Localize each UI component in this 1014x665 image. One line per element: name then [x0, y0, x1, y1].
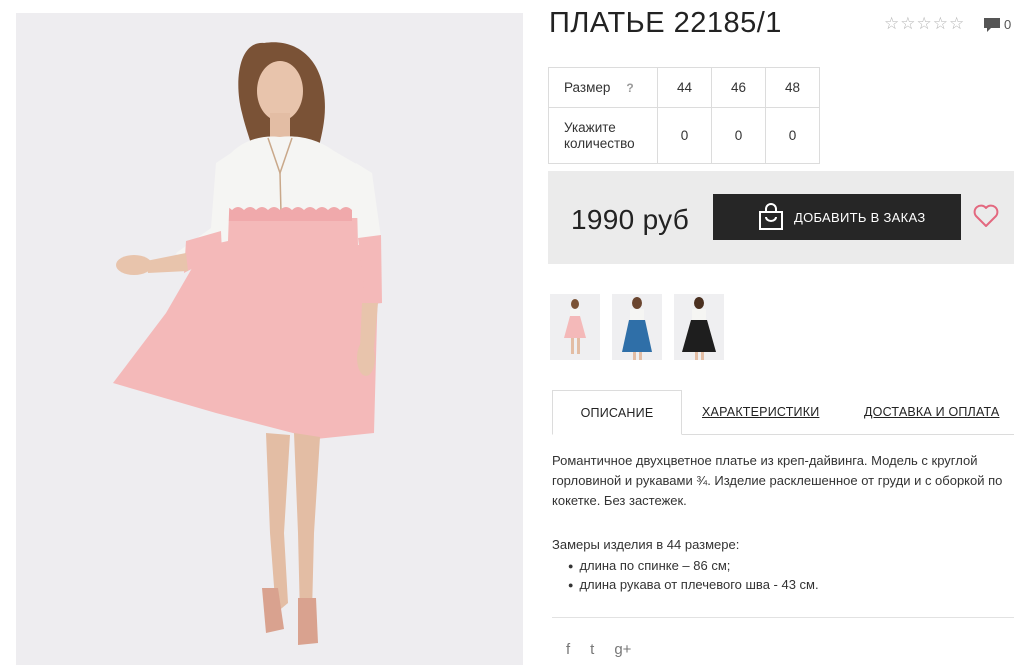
- divider: [552, 617, 1014, 618]
- size-table: Размер? 44 46 48 Укажите количество 0 0 …: [548, 67, 820, 164]
- thumbnail-pink-dress[interactable]: [550, 294, 600, 360]
- tab-delivery-payment[interactable]: ДОСТАВКА И ОПЛАТА: [864, 390, 999, 435]
- measure-item: длина по спинке – 86 см;: [568, 557, 819, 576]
- twitter-icon[interactable]: t: [590, 641, 594, 658]
- size-48: 48: [765, 67, 820, 108]
- quantity-input-44[interactable]: 0: [657, 107, 712, 164]
- main-product-photo: [16, 13, 523, 665]
- shopping-bag-icon: [759, 203, 783, 230]
- wishlist-heart-icon[interactable]: [973, 204, 999, 228]
- size-46: 46: [711, 67, 766, 108]
- size-help-icon[interactable]: ?: [626, 81, 633, 95]
- product-tabs: ОПИСАНИЕ ХАРАКТЕРИСТИКИ ДОСТАВКА И ОПЛАТ…: [552, 390, 1014, 435]
- add-to-order-label: ДОБАВИТЬ В ЗАКАЗ: [794, 209, 926, 225]
- size-44: 44: [657, 67, 712, 108]
- quantity-label-cell: Укажите количество: [548, 107, 658, 164]
- thumbnail-gallery: [550, 294, 724, 360]
- facebook-icon[interactable]: f: [566, 641, 570, 658]
- quantity-label-line2: количество: [564, 135, 635, 151]
- thumbnail-blue-dress[interactable]: [612, 294, 662, 360]
- thumbnail-black-dress[interactable]: [674, 294, 724, 360]
- google-plus-icon[interactable]: g+: [614, 641, 631, 658]
- product-page: ПЛАТЬЕ 22185/1 ☆☆☆☆☆ 0 Размер? 44 46 48 …: [0, 0, 1014, 665]
- social-share: f t g+: [566, 641, 631, 658]
- price: 1990 руб: [571, 204, 690, 235]
- size-label-cell: Размер?: [548, 67, 658, 108]
- comment-count: 0: [1004, 17, 1012, 32]
- measures-list: длина по спинке – 86 см; длина рукава от…: [568, 557, 819, 595]
- price-box: 1990 руб ДОБАВИТЬ В ЗАКАЗ: [548, 171, 1014, 264]
- add-to-order-button[interactable]: ДОБАВИТЬ В ЗАКАЗ: [713, 194, 961, 240]
- rating-stars-icon[interactable]: ☆☆☆☆☆: [884, 14, 965, 34]
- size-label: Размер: [564, 79, 611, 95]
- quantity-input-46[interactable]: 0: [711, 107, 766, 164]
- quantity-input-48[interactable]: 0: [765, 107, 820, 164]
- product-title: ПЛАТЬЕ 22185/1: [549, 7, 782, 39]
- tab-characteristics[interactable]: ХАРАКТЕРИСТИКИ: [702, 390, 819, 435]
- comment-icon[interactable]: [983, 16, 1001, 34]
- tab-description[interactable]: ОПИСАНИЕ: [552, 390, 682, 435]
- product-description: Романтичное двухцветное платье из креп-д…: [552, 453, 1003, 508]
- quantity-label-line1: Укажите: [564, 119, 616, 135]
- measure-item: длина рукава от плечевого шва - 43 см.: [568, 576, 818, 595]
- measures-title: Замеры изделия в 44 размере:: [552, 537, 740, 552]
